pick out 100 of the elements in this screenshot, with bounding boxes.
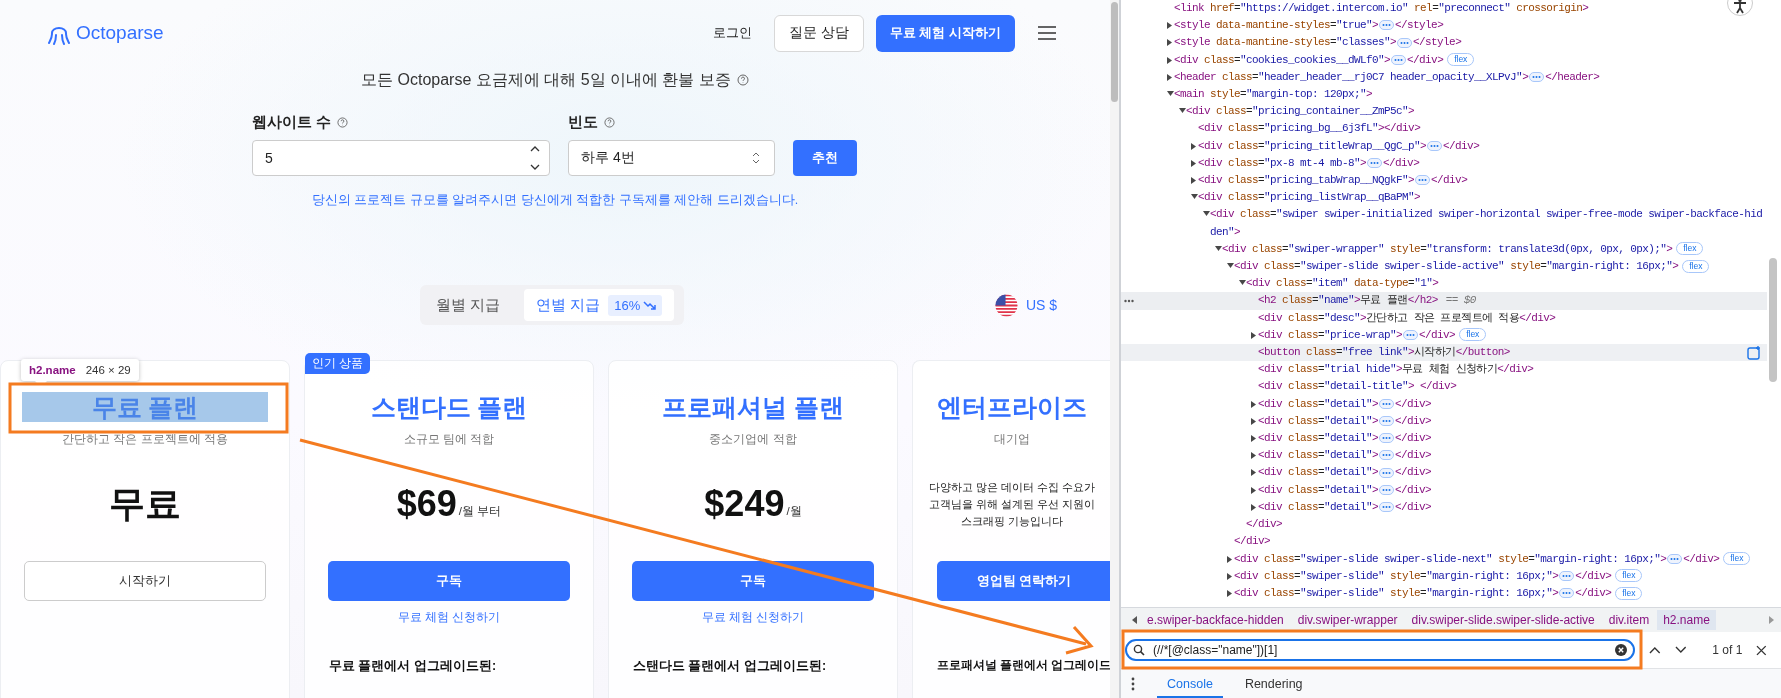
help-icon[interactable]	[604, 116, 615, 128]
dom-tree-row[interactable]: <div class="price-wrap"> </div> flex	[1121, 326, 1767, 345]
dom-tree-row[interactable]: </div>	[1121, 533, 1767, 551]
scroll-left-icon[interactable]	[1131, 616, 1139, 624]
caret-right-icon[interactable]	[1251, 503, 1257, 511]
brand-name[interactable]: Octoparse	[76, 22, 164, 44]
caret-down-icon[interactable]	[1239, 280, 1246, 287]
caret-right-icon[interactable]	[1251, 469, 1257, 477]
scrollbar[interactable]	[1110, 0, 1119, 698]
ellipsis-icon[interactable]	[1379, 398, 1395, 409]
breadcrumb-item[interactable]: e.swiper-backface-hidden	[1141, 610, 1290, 630]
ellipsis-icon[interactable]	[1379, 433, 1395, 444]
breadcrumb-item[interactable]: div.swiper-slide.swiper-slide-active	[1405, 610, 1601, 630]
dom-tree-row[interactable]: <div class="pricing_bg__6j3fL"></div>	[1121, 120, 1767, 138]
caret-right-icon[interactable]	[1251, 435, 1257, 443]
dom-tree-row[interactable]: </div>	[1121, 516, 1767, 534]
ellipsis-icon[interactable]	[1379, 20, 1395, 31]
dom-tree-row[interactable]: <div class="px-8 mt-4 mb-8"> </div>	[1121, 154, 1767, 173]
plan-button[interactable]: 구독	[328, 561, 570, 601]
dom-tree-row[interactable]: <header class="header_header__rj0C7 header_opacity__XLPvJ"> </header>	[1121, 68, 1767, 86]
breadcrumb-item[interactable]: h2.name	[1657, 610, 1716, 630]
dom-tree-row[interactable]: <div class="swiper swiper-initialized swiper-horizontal swiper-free-mode swiper-backface-hidden">	[1121, 206, 1767, 241]
ellipsis-icon[interactable]	[1397, 37, 1413, 48]
dom-tree-row[interactable]: <main style="margin-top: 120px;">	[1121, 86, 1767, 104]
flag-icon[interactable]	[995, 293, 1018, 317]
currency-selector[interactable]: US $	[1026, 297, 1058, 313]
dom-tree-row[interactable]: <link href="https://widget.intercom.io" rel="preconnect" crossorigin>	[1121, 0, 1767, 18]
clear-icon[interactable]	[1615, 644, 1627, 656]
caret-right-icon[interactable]	[1227, 555, 1233, 563]
drawer-tab[interactable]: Rendering	[1244, 669, 1303, 698]
caret-right-icon[interactable]	[1251, 400, 1257, 408]
dom-tree-row[interactable]: <div class="swiper-slide" style="margin-right: 16px;"> </div> flex	[1121, 567, 1767, 585]
ellipsis-icon[interactable]	[1667, 553, 1683, 564]
ellipsis-icon[interactable]	[1379, 467, 1395, 478]
website-count-field[interactable]: 5	[252, 140, 550, 176]
ellipsis-icon[interactable]	[1379, 502, 1395, 512]
caret-right-icon[interactable]	[1167, 56, 1173, 64]
free-trial-button[interactable]: 무료 체험 시작하기	[875, 14, 1015, 52]
kebab-menu-icon[interactable]	[1131, 676, 1135, 691]
dom-tree-row[interactable]: <div class="pricing_tabWrap__NQgkF"> </div>	[1121, 172, 1767, 190]
close-icon[interactable]	[1756, 644, 1767, 656]
dom-tree-row[interactable]: <div class="detail"> </div>	[1121, 395, 1767, 413]
recommend-button[interactable]: 추천	[793, 140, 857, 176]
caret-down-icon[interactable]	[1179, 108, 1186, 115]
dom-tree-row[interactable]: <div class="swiper-wrapper" style="transform: translate3d(0px, 0px, 0px);"> flex	[1121, 240, 1767, 259]
caret-right-icon[interactable]	[1191, 177, 1197, 185]
dom-tree-row[interactable]: <div class="item" data-type="1">	[1121, 275, 1767, 293]
ellipsis-icon[interactable]	[1559, 570, 1575, 581]
dom-tree-row[interactable]: <div class="detail"> </div>	[1121, 430, 1767, 448]
caret-right-icon[interactable]	[1167, 73, 1173, 81]
chevron-down-icon[interactable]	[1674, 646, 1687, 654]
breadcrumb-item[interactable]: div.item	[1602, 610, 1656, 630]
dom-tree-row[interactable]: <button class="free link">시작하기</button>	[1121, 344, 1767, 362]
ellipsis-icon[interactable]	[1379, 415, 1395, 426]
billing-option[interactable]: 연별 지급 16%	[524, 289, 675, 321]
trial-link[interactable]: 무료 체험 신청하기	[701, 608, 805, 626]
dom-tree-row[interactable]: <div class="detail"> </div>	[1121, 481, 1767, 499]
caret-right-icon[interactable]	[1251, 486, 1257, 494]
dom-tree-row[interactable]: <div class="desc">간단하고 작은 프로젝트에 적용</div>	[1121, 309, 1767, 327]
accessibility-icon[interactable]	[1727, 0, 1753, 16]
caret-right-icon[interactable]	[1191, 142, 1197, 150]
scroll-right-icon[interactable]	[1767, 616, 1775, 624]
dom-tree-row[interactable]: <div class="swiper-slide" style="margin-right: 16px;"> </div> flex	[1121, 584, 1767, 603]
dom-tree-row[interactable]: <h2 class="name">무료 플랜</h2> == $0	[1121, 292, 1767, 310]
console-icon[interactable]	[1747, 346, 1761, 361]
ellipsis-icon[interactable]	[1403, 329, 1419, 340]
frequency-select[interactable]: 하루 4번	[568, 140, 775, 176]
help-icon[interactable]	[736, 74, 749, 86]
plan-button[interactable]: 영업팀 연락하기	[937, 561, 1111, 601]
plan-button[interactable]: 시작하기	[24, 561, 266, 601]
dom-tree-row[interactable]: <div class="detail-title"> </div>	[1121, 378, 1767, 396]
ellipsis-icon[interactable]	[1415, 175, 1431, 186]
caret-right-icon[interactable]	[1191, 159, 1197, 167]
caret-down-icon[interactable]	[1191, 194, 1198, 201]
dom-tree-row[interactable]: <div class="swiper-slide swiper-slide-next" style="margin-right: 16px;"> </div> flex	[1121, 550, 1767, 568]
search-field[interactable]: (//*[@class="name"])[1]	[1125, 639, 1635, 661]
dom-tree-row[interactable]: <div class="detail"> </div>	[1121, 498, 1767, 517]
caret-down-icon[interactable]	[1167, 91, 1174, 97]
dom-tree-row[interactable]: <div class="pricing_container__ZmP5c">	[1121, 103, 1767, 121]
more-icon[interactable]	[1124, 299, 1134, 304]
chevron-up-icon[interactable]	[1649, 646, 1661, 654]
menu-icon[interactable]	[1037, 25, 1057, 41]
ellipsis-icon[interactable]	[1559, 588, 1575, 598]
dom-tree-row[interactable]: <div class="pricing_listWrap__qBaPM">	[1121, 189, 1767, 207]
caret-right-icon[interactable]	[1167, 22, 1173, 30]
dom-tree-row[interactable]: <div class="pricing_titleWrap__QgC_p"> </div>	[1121, 137, 1767, 155]
consult-button[interactable]: 질문 상담	[773, 14, 864, 52]
ellipsis-icon[interactable]	[1367, 157, 1383, 168]
billing-option[interactable]: 월별 지급	[424, 289, 513, 321]
dom-tree-row[interactable]: <div class="trial hide">무료 체험 신청하기</div>	[1121, 361, 1767, 379]
breadcrumb-item[interactable]: div.swiper-wrapper	[1291, 610, 1404, 630]
ellipsis-icon[interactable]	[1379, 484, 1395, 495]
caret-right-icon[interactable]	[1227, 572, 1233, 580]
login-link[interactable]: 로그인	[712, 24, 752, 42]
caret-right-icon[interactable]	[1251, 417, 1257, 425]
dom-tree-row[interactable]: <style data-mantine-styles="classes"> </style>	[1121, 34, 1767, 52]
help-icon[interactable]	[337, 116, 349, 128]
dom-tree-row[interactable]: <div class="swiper-slide swiper-slide-active" style="margin-right: 16px;"> flex	[1121, 258, 1767, 276]
drawer-tab[interactable]: Console	[1157, 669, 1223, 698]
caret-right-icon[interactable]	[1251, 331, 1257, 339]
